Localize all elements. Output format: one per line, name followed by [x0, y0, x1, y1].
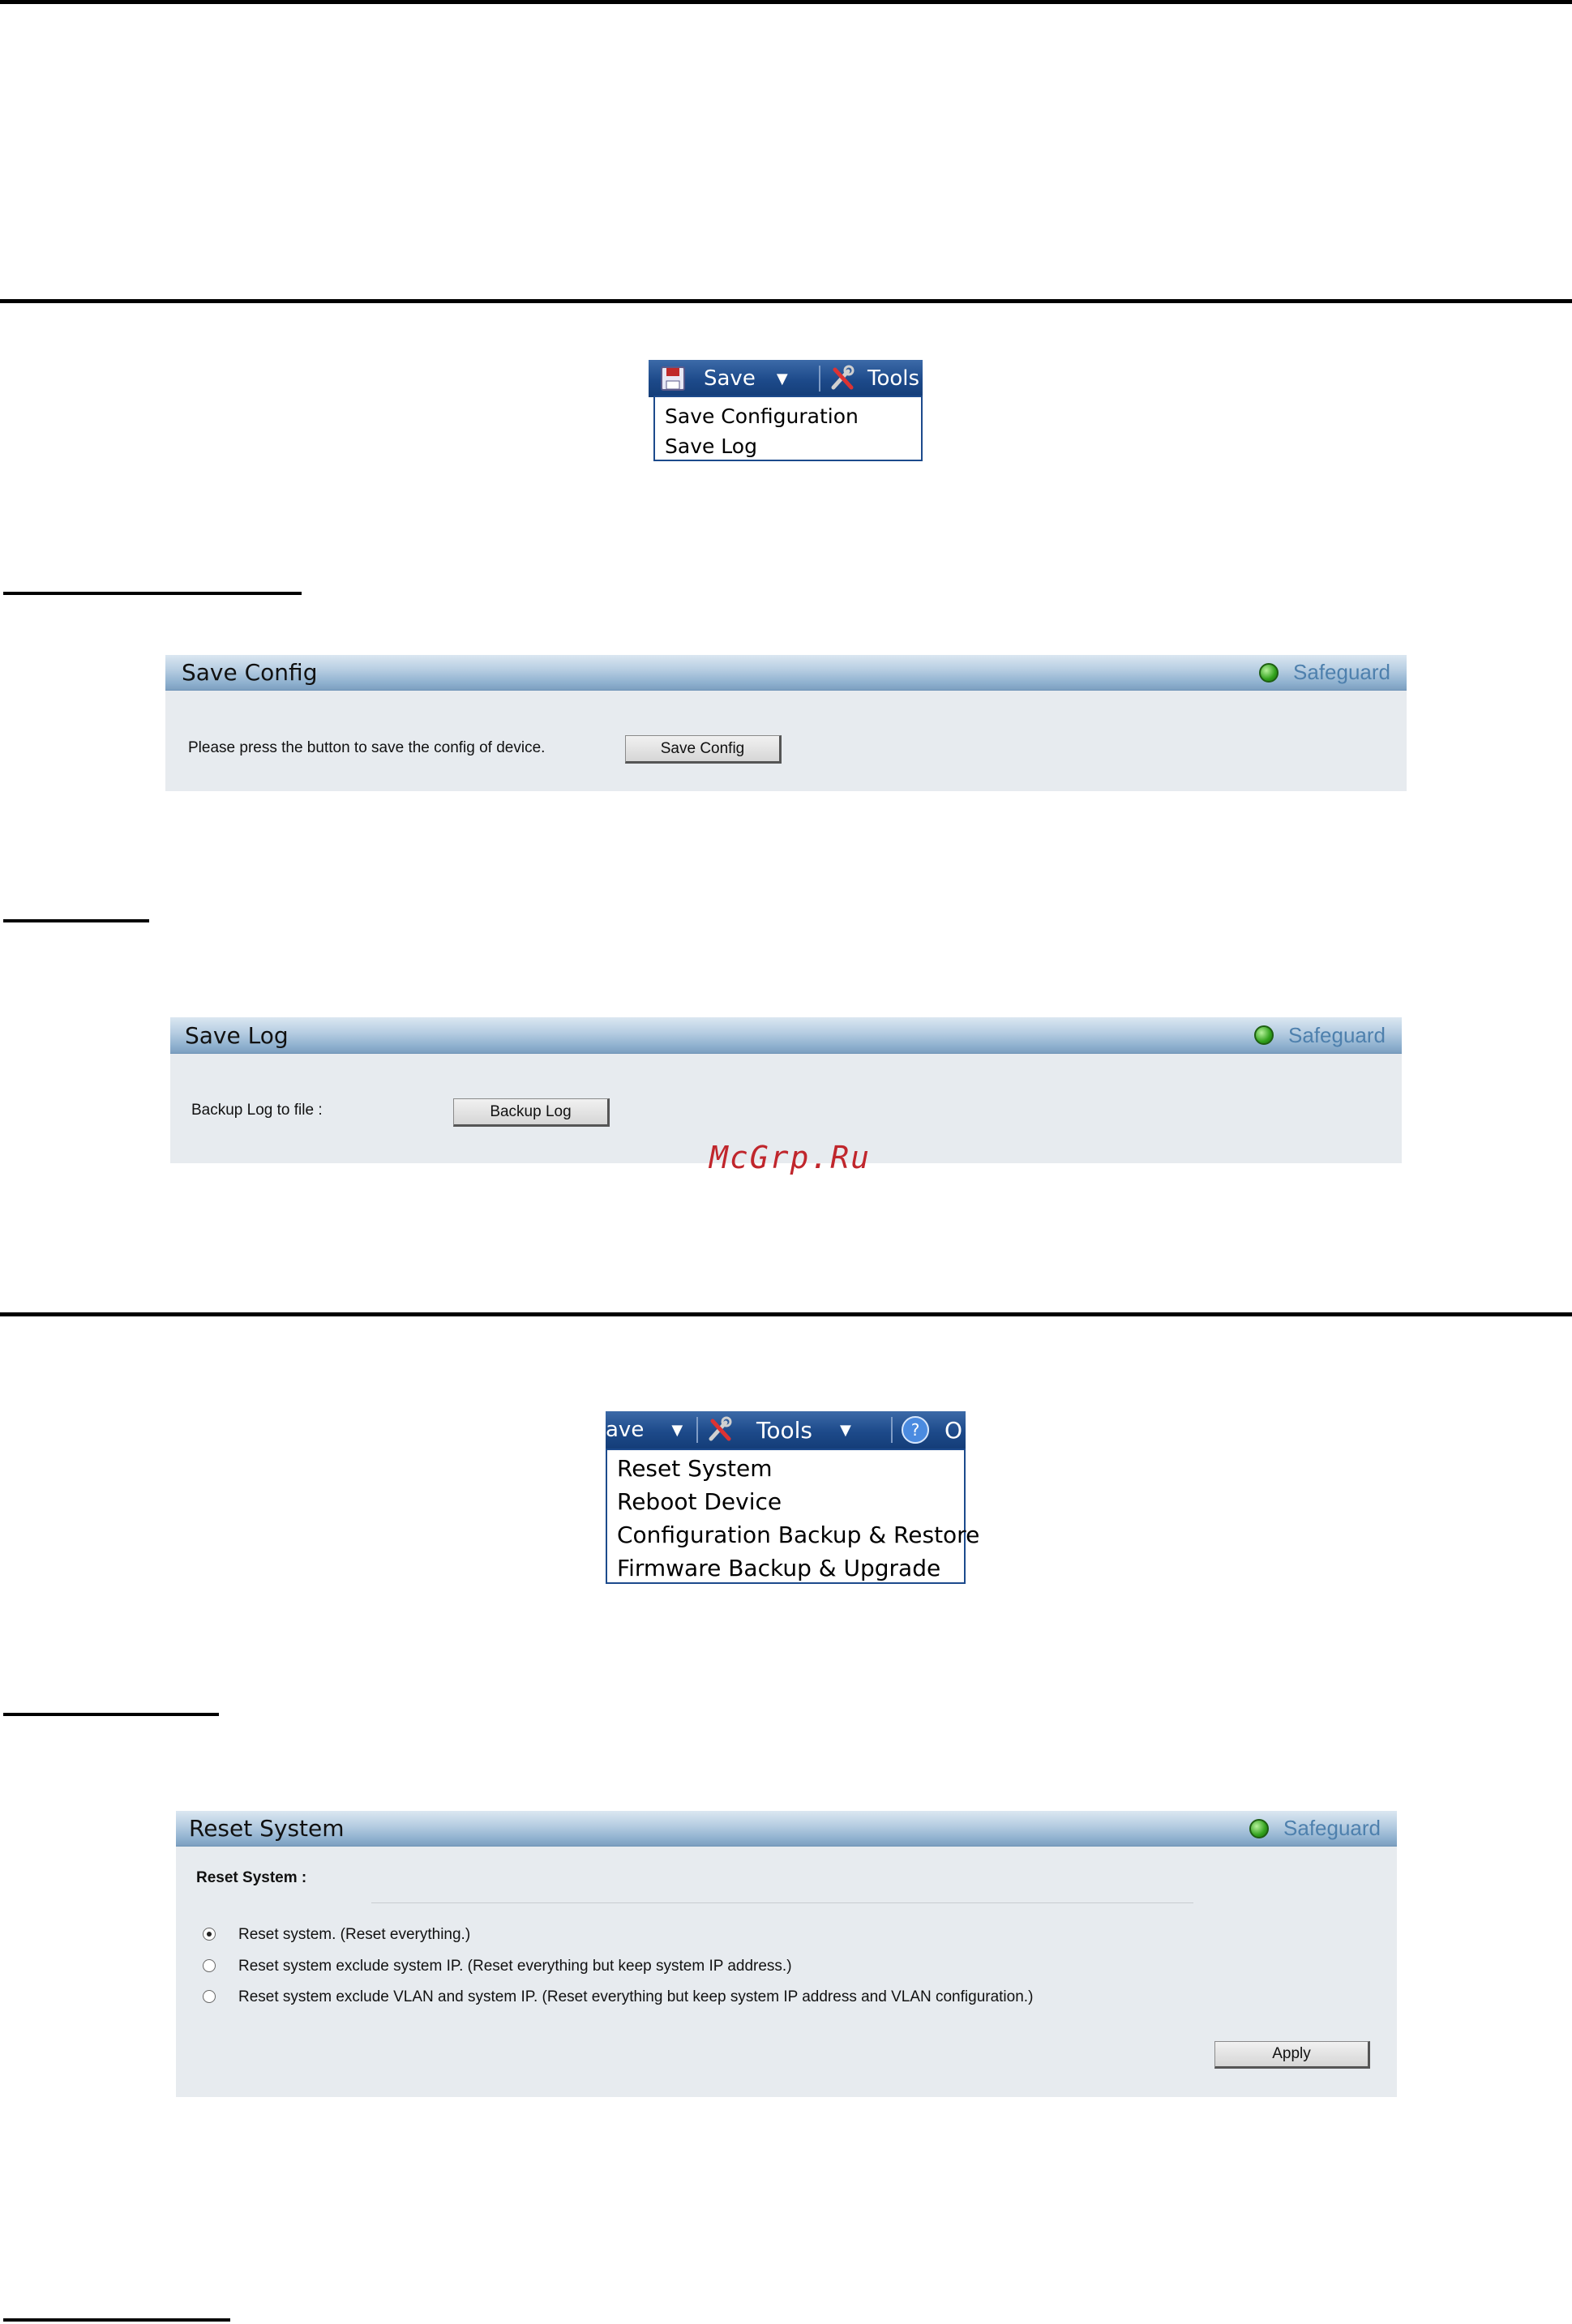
chevron-down-icon: ▼	[671, 1421, 683, 1439]
panel-title: Save Config	[182, 659, 318, 686]
status-light-icon	[1254, 1025, 1274, 1045]
menu-item-config-backup-restore[interactable]: Configuration Backup & Restore	[617, 1518, 979, 1551]
section-rule-2	[0, 1312, 1572, 1316]
safeguard-status: Safeguard	[1249, 1816, 1381, 1841]
chevron-down-icon: ▼	[776, 370, 788, 387]
radio-reset-exclude-vlan-ip[interactable]	[203, 1990, 216, 2003]
watermark: McGrp.Ru	[709, 1140, 872, 1175]
safeguard-label: Safeguard	[1288, 1022, 1386, 1047]
panel-title: Save Log	[185, 1021, 289, 1049]
svg-text:?: ?	[911, 1420, 920, 1440]
save-config-prompt: Please press the button to save the conf…	[188, 739, 546, 756]
panel-header: Save Log Safeguard	[170, 1017, 1402, 1054]
help-menu-label-partial: O	[944, 1416, 963, 1444]
save-config-panel: Save Config Safeguard Please press the b…	[165, 655, 1407, 791]
safeguard-label: Safeguard	[1283, 1816, 1381, 1840]
apply-button[interactable]: Apply	[1214, 2041, 1370, 2069]
menu-item-save-configuration[interactable]: Save Configuration	[665, 401, 921, 431]
option-label: Reset system. (Reset everything.)	[238, 1926, 471, 1943]
reset-system-section-label: Reset System :	[196, 1869, 307, 1886]
tools-icon	[709, 1416, 732, 1441]
panel-title: Reset System	[189, 1815, 345, 1842]
chevron-down-icon: ▼	[839, 1421, 851, 1439]
top-rule	[0, 0, 1572, 4]
save-dropdown: Save Configuration Save Log	[653, 396, 923, 461]
safeguard-label: Safeguard	[1293, 660, 1390, 684]
tools-menu-bar: ave ▼ Tools ▼ ? O	[606, 1411, 966, 1449]
menu-item-save-log[interactable]: Save Log	[665, 431, 921, 461]
backup-log-button[interactable]: Backup Log	[453, 1098, 610, 1127]
menu-item-reboot-device[interactable]: Reboot Device	[617, 1485, 964, 1518]
menu-item-firmware-backup-upgrade[interactable]: Firmware Backup & Upgrade	[617, 1551, 964, 1585]
status-light-icon	[1249, 1818, 1270, 1838]
save-config-button[interactable]: Save Config	[625, 735, 782, 764]
tools-icon	[831, 365, 855, 390]
help-icon: ?	[902, 1416, 929, 1444]
menu-item-reset-system[interactable]: Reset System	[617, 1452, 964, 1485]
radio-reset-everything[interactable]	[203, 1928, 216, 1941]
section-rule-1	[0, 299, 1572, 303]
backup-log-label: Backup Log to file :	[191, 1102, 323, 1119]
status-light-icon	[1259, 662, 1279, 683]
safeguard-status: Safeguard	[1259, 660, 1390, 685]
help-menu-item[interactable]: ? O	[893, 1411, 962, 1449]
safeguard-status: Safeguard	[1254, 1023, 1386, 1048]
radio-reset-exclude-ip[interactable]	[203, 1959, 216, 1972]
option-label: Reset system exclude VLAN and system IP.…	[238, 1988, 1034, 2005]
save-menu-item[interactable]: ave ▼	[606, 1411, 696, 1449]
heading-underline-reset-system	[3, 1713, 219, 1716]
save-menu-label: Save	[704, 366, 756, 391]
save-menu-bar: Save ▼ Tools	[649, 360, 923, 397]
panel-header: Reset System Safeguard	[176, 1811, 1397, 1847]
panel-header: Save Config Safeguard	[165, 655, 1407, 691]
save-menu-item[interactable]: Save ▼	[649, 360, 819, 397]
heading-underline-save-log	[3, 919, 149, 922]
heading-underline-save-config	[3, 592, 302, 595]
floppy-icon	[661, 366, 685, 391]
tools-menu-label: Tools	[756, 1416, 812, 1444]
option-label: Reset system exclude system IP. (Reset e…	[238, 1958, 792, 1975]
save-menu-label-partial: ave	[606, 1418, 645, 1442]
tools-menu-label: Tools	[867, 366, 920, 391]
tools-menu-item[interactable]: Tools ▼	[698, 1411, 891, 1449]
tools-dropdown: Reset System Reboot Device Configuration…	[606, 1449, 979, 1585]
reset-system-panel: Reset System Safeguard Reset System : Re…	[176, 1811, 1397, 2097]
heading-underline-next-section	[3, 2318, 230, 2322]
tools-menu-item[interactable]: Tools	[820, 360, 919, 397]
section-divider	[371, 1902, 1193, 1903]
